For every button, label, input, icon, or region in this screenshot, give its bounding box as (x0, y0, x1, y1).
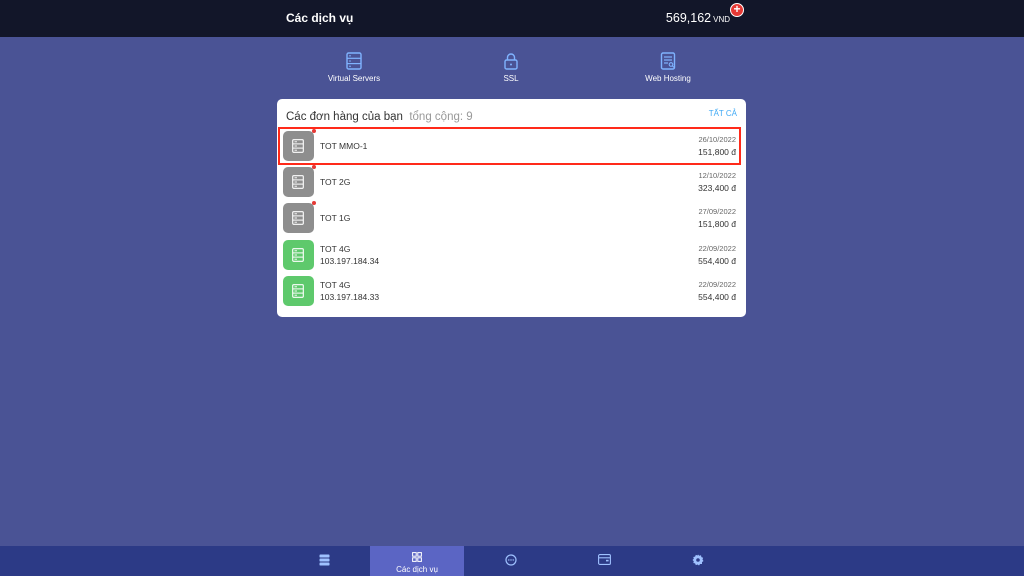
order-date: 12/10/2022 (698, 171, 736, 180)
hosting-doc-icon (660, 52, 676, 70)
order-date: 27/09/2022 (698, 207, 736, 216)
order-price: 554,400 đ (698, 256, 736, 266)
orders-total: tổng cộng: 9 (409, 111, 473, 123)
order-date: 26/10/2022 (698, 135, 736, 144)
tab-servers[interactable] (277, 546, 371, 576)
order-price: 151,800 đ (698, 147, 736, 157)
order-name: TOT 4G (320, 244, 351, 254)
chat-icon (505, 554, 517, 566)
order-ip: 103.197.184.34 (320, 256, 380, 266)
order-row[interactable]: TOT 1G 27/09/2022 151,800 đ (277, 200, 746, 236)
service-shortcuts: Virtual Servers SSL Web Hosting (0, 52, 1024, 92)
tab-settings[interactable] (651, 546, 745, 576)
order-row[interactable]: TOT 2G 12/10/2022 323,400 đ (277, 164, 746, 200)
order-date: 22/09/2022 (698, 244, 736, 253)
ssl-label: SSL (503, 74, 519, 83)
balance-currency: VND (713, 15, 730, 24)
order-name: TOT MMO-1 (320, 141, 368, 151)
orders-header: Các đơn hàng của bạn tổng cộng: 9 TẤT CẢ (286, 107, 737, 123)
order-ip: 103.197.184.33 (320, 292, 380, 302)
orders-title: Các đơn hàng của bạn (286, 111, 403, 123)
order-status-icon (283, 240, 314, 270)
tab-services-label: Các dịch vụ (396, 565, 438, 574)
add-funds-button[interactable]: + (730, 3, 744, 17)
server-list-icon (319, 554, 329, 566)
grid-icon (412, 552, 422, 562)
server-icon (292, 284, 304, 298)
order-name: TOT 1G (320, 213, 351, 223)
tab-wallet[interactable] (557, 546, 651, 576)
notification-dot (312, 201, 316, 205)
view-all-link[interactable]: TẤT CẢ (709, 109, 737, 118)
order-name: TOT 4G (320, 280, 351, 290)
notification-dot (312, 165, 316, 169)
order-row[interactable]: TOT MMO-1 26/10/2022 151,800 đ (277, 128, 746, 164)
order-status-icon (283, 131, 314, 161)
web-hosting-label: Web Hosting (645, 74, 691, 83)
server-icon (292, 139, 304, 153)
account-balance: 569,162 VND (666, 11, 730, 25)
virtual-servers-button[interactable]: Virtual Servers (299, 52, 409, 83)
server-icon (292, 175, 304, 189)
gear-icon (692, 554, 704, 566)
order-price: 323,400 đ (698, 183, 736, 193)
notification-dot (312, 129, 316, 133)
ssl-button[interactable]: SSL (456, 52, 566, 83)
tab-services[interactable]: Các dịch vụ (370, 546, 464, 576)
server-icon (346, 52, 362, 70)
tab-chat[interactable] (464, 546, 558, 576)
virtual-servers-label: Virtual Servers (327, 74, 381, 83)
order-status-icon (283, 276, 314, 306)
order-date: 22/09/2022 (698, 280, 736, 289)
server-icon (292, 248, 304, 262)
order-status-icon (283, 203, 314, 233)
page-title: Các dịch vụ (286, 11, 354, 25)
bottom-nav: Các dịch vụ (0, 546, 1024, 576)
top-bar: Các dịch vụ 569,162 VND + (0, 0, 1024, 37)
web-hosting-button[interactable]: Web Hosting (613, 52, 723, 83)
wallet-icon (597, 554, 611, 565)
server-icon (292, 211, 304, 225)
order-status-icon (283, 167, 314, 197)
order-price: 151,800 đ (698, 219, 736, 229)
order-price: 554,400 đ (698, 292, 736, 302)
order-row[interactable]: TOT 4G 103.197.184.34 22/09/2022 554,400… (277, 237, 746, 273)
order-row[interactable]: TOT 4G 103.197.184.33 22/09/2022 554,400… (277, 273, 746, 309)
lock-icon (504, 53, 518, 70)
order-name: TOT 2G (320, 177, 351, 187)
balance-amount: 569,162 (665, 11, 712, 25)
orders-card: Các đơn hàng của bạn tổng cộng: 9 TẤT CẢ… (277, 99, 746, 317)
